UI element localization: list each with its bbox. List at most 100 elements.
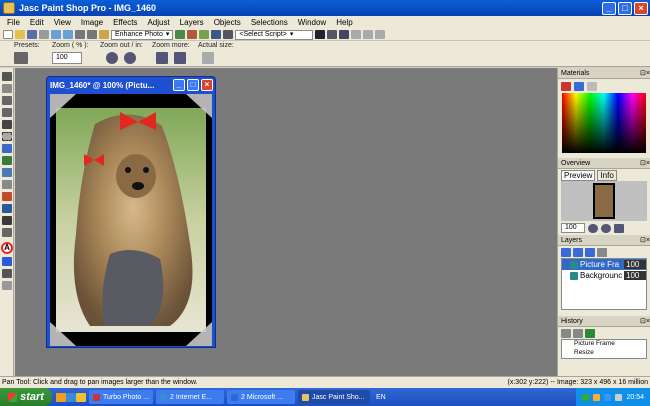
quicklaunch-icon[interactable] [56,392,66,402]
layer-props-icon[interactable] [585,247,595,257]
save-script-icon[interactable] [375,30,386,39]
close-button[interactable]: × [634,1,648,15]
grid-icon[interactable] [223,30,234,39]
language-indicator[interactable]: EN [376,394,386,401]
overview-zoom-input[interactable]: 100 [561,223,585,233]
overview-header[interactable]: Overview ⊡× [558,158,650,169]
menu-view[interactable]: View [49,18,76,27]
zoom-more-out-icon[interactable] [156,52,168,64]
zoom-in-icon[interactable] [601,223,611,233]
document-title-bar[interactable]: IMG_1460* @ 100% (Pictu... _ □ × [47,77,215,93]
menu-selections[interactable]: Selections [246,18,293,27]
new-layer-icon[interactable] [561,247,571,257]
menu-window[interactable]: Window [293,18,331,27]
cut-icon[interactable] [75,30,85,39]
tab-preview[interactable]: Preview [561,169,596,181]
undo-icon[interactable] [561,328,571,338]
layer-opacity[interactable]: 100 [624,260,646,269]
script-dropdown[interactable]: <Select Script> ▾ [235,29,314,40]
pan-preset-icon[interactable] [14,52,28,64]
pin-icon[interactable]: ⊡× [640,317,650,325]
clarify-icon[interactable] [199,30,210,39]
pin-icon[interactable]: ⊡× [640,236,650,244]
zoom-input[interactable]: 100 [52,52,82,64]
red-eye-icon[interactable] [187,30,198,39]
lighten-darken-icon[interactable] [2,180,12,189]
zoom-in-icon[interactable] [124,52,136,64]
run-script-icon[interactable] [315,30,326,39]
object-selector-icon[interactable] [2,281,12,290]
tab-info[interactable]: Info [597,169,617,181]
zoom-out-icon[interactable] [588,223,598,233]
swatch-tab-icon[interactable] [574,81,584,91]
new-file-icon[interactable] [3,30,13,39]
paste-icon[interactable] [99,30,109,39]
clock[interactable]: 20:54 [626,394,644,401]
actual-size-icon[interactable] [202,52,214,64]
pen-tool-icon[interactable] [2,269,12,278]
pause-icon[interactable] [363,30,374,39]
save-icon[interactable] [27,30,37,39]
eraser-tool-icon[interactable] [2,192,12,201]
tray-icon[interactable] [604,393,612,401]
deform-tool-icon[interactable] [2,96,12,105]
selection-tool-icon[interactable] [2,132,12,141]
ie-icon[interactable] [66,392,76,402]
task-turbo-photo[interactable]: Turbo Photo ... [89,390,153,404]
menu-objects[interactable]: Objects [209,18,246,27]
layer-row[interactable]: Picture Fra 100 [562,259,646,270]
materials-header[interactable]: Materials ⊡× [558,68,650,79]
clone-brush-icon[interactable] [2,168,12,177]
zoom-actual-icon[interactable] [614,223,624,233]
history-item[interactable]: Resize [562,349,646,358]
pattern-tab-icon[interactable] [587,81,597,91]
start-button[interactable]: start [0,388,52,406]
layer-row[interactable]: Backgrounc 100 [562,270,646,281]
history-options-icon[interactable] [585,328,595,338]
task-microsoft[interactable]: 2 Microsoft ... [227,390,295,404]
tray-icon[interactable] [593,393,601,401]
open-folder-icon[interactable] [15,30,25,39]
stop-icon[interactable] [351,30,362,39]
color-tab-icon[interactable] [561,81,571,91]
zoom-tool-icon[interactable] [2,84,12,93]
pan-tool-icon[interactable] [2,72,12,81]
menu-adjust[interactable]: Adjust [142,18,174,27]
minimize-button[interactable]: _ [602,1,616,15]
edit-script-icon[interactable] [327,30,338,39]
print-icon[interactable] [39,30,49,39]
text-tool-icon[interactable]: A [1,242,13,254]
flood-fill-icon[interactable] [2,204,12,213]
delete-layer-icon[interactable] [597,247,607,257]
menu-file[interactable]: File [2,18,25,27]
redo-icon[interactable] [573,328,583,338]
move-tool-icon[interactable] [2,120,12,129]
copy-icon[interactable] [87,30,97,39]
doc-minimize-button[interactable]: _ [173,79,185,91]
record-script-icon[interactable] [339,30,350,39]
maximize-button[interactable]: □ [618,1,632,15]
doc-close-button[interactable]: × [201,79,213,91]
menu-effects[interactable]: Effects [108,18,142,27]
preset-shape-icon[interactable] [2,257,12,266]
retouch-tool-icon[interactable] [2,228,12,237]
adjust-icon[interactable] [175,30,186,39]
folder-icon[interactable] [76,392,86,402]
enhance-photo-dropdown[interactable]: Enhance Photo ▾ [111,29,174,40]
new-mask-icon[interactable] [573,247,583,257]
undo-icon[interactable] [51,30,61,39]
color-spectrum[interactable] [562,93,646,153]
pin-icon[interactable]: ⊡× [640,69,650,77]
menu-help[interactable]: Help [331,18,357,27]
menu-layers[interactable]: Layers [175,18,209,27]
history-header[interactable]: History ⊡× [558,316,650,327]
history-item[interactable]: Picture Frame [562,340,646,349]
document-window[interactable]: IMG_1460* @ 100% (Pictu... _ □ × [46,76,216,348]
picture-tube-icon[interactable] [2,216,12,225]
task-internet-explorer[interactable]: 2 Internet E... [156,390,224,404]
tray-icon[interactable] [582,393,590,401]
dropper-tool-icon[interactable] [2,144,12,153]
task-jasc-paint-shop[interactable]: Jasc Paint Sho... [298,390,370,404]
layers-header[interactable]: Layers ⊡× [558,235,650,246]
volume-icon[interactable] [615,393,623,401]
